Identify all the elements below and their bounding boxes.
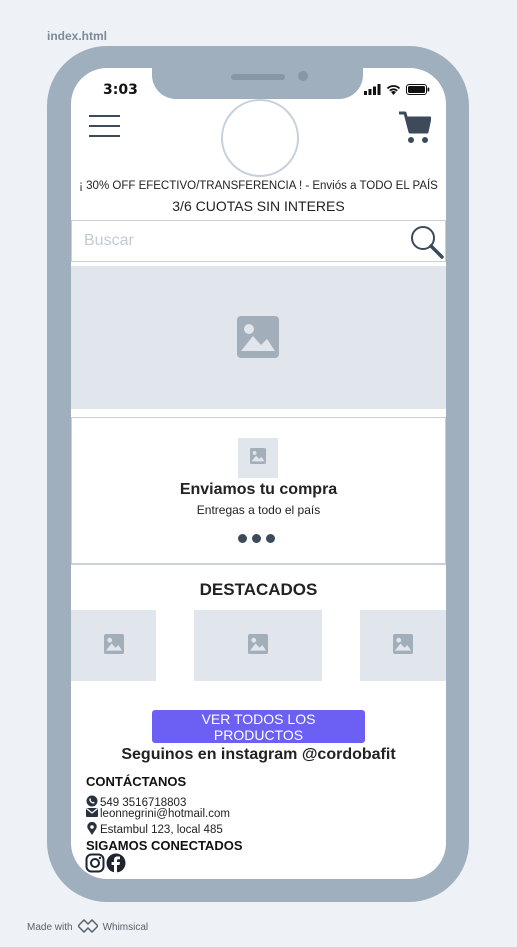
carousel-dot[interactable] [252, 534, 261, 543]
made-with-text: Made with [27, 922, 73, 933]
featured-product-card[interactable] [194, 610, 322, 681]
store-logo[interactable] [221, 99, 299, 177]
contact-heading: CONTÁCTANOS [86, 774, 187, 789]
envelope-icon [86, 807, 98, 820]
location-pin-icon [86, 821, 98, 838]
search-bar [71, 220, 446, 262]
signal-icon [364, 84, 381, 95]
featured-product-card[interactable] [71, 610, 156, 681]
search-icon[interactable] [409, 224, 445, 264]
view-all-products-button[interactable]: VER TODOS LOS PRODUCTOS [152, 710, 365, 743]
status-icons [364, 84, 430, 95]
carousel-dots [238, 534, 275, 543]
made-with-footer: Made with Whimsical [27, 918, 149, 936]
contact-email-text: leonnegrini@hotmail.com [100, 807, 230, 820]
search-input[interactable] [84, 230, 384, 252]
whimsical-brand-text[interactable]: Whimsical [103, 922, 149, 933]
section-divider [71, 564, 446, 565]
carousel-dot[interactable] [266, 534, 275, 543]
shopping-cart-icon[interactable] [399, 110, 432, 148]
facebook-icon[interactable] [106, 853, 126, 877]
contact-address-text: Estambul 123, local 485 [100, 824, 223, 836]
image-placeholder-icon [250, 448, 266, 468]
instagram-icon[interactable] [85, 853, 105, 877]
front-camera [298, 71, 308, 81]
wifi-icon [386, 84, 401, 95]
hero-banner-image[interactable] [71, 266, 446, 409]
featured-product-card[interactable] [360, 610, 446, 681]
phone-screen: 3:03 ¡ 30% OFF EFECTIVO/TRANSFERENCIA ! … [71, 68, 446, 879]
image-placeholder-icon [237, 316, 279, 362]
instagram-text[interactable]: Seguinos en instagram @cordobafit [71, 746, 446, 764]
speaker [231, 74, 285, 80]
promo-banner-text: ¡ 30% OFF EFECTIVO/TRANSFERENCIA ! - Env… [79, 180, 438, 192]
social-heading: SIGAMOS CONECTADOS [86, 838, 243, 853]
carousel-dot[interactable] [238, 534, 247, 543]
shipping-image [238, 438, 278, 478]
whimsical-logo-icon [76, 918, 99, 936]
image-placeholder-icon [393, 633, 413, 658]
shipping-subtitle: Entregas a todo el país [196, 503, 321, 517]
phone-notch [152, 68, 363, 99]
image-placeholder-icon [103, 633, 124, 658]
file-label: index.html [47, 29, 108, 43]
featured-heading: DESTACADOS [199, 580, 318, 599]
social-icons [85, 853, 126, 877]
shipping-info-card: Enviamos tu compra Entregas a todo el pa… [71, 417, 446, 564]
hamburger-menu-icon[interactable] [89, 115, 120, 141]
contact-email[interactable]: leonnegrini@hotmail.com [86, 807, 230, 820]
status-time: 3:03 [103, 82, 138, 98]
image-placeholder-icon [248, 633, 268, 658]
battery-icon [406, 84, 430, 95]
installments-text: 3/6 CUOTAS SIN INTERES [172, 198, 345, 214]
shipping-title: Enviamos tu compra [179, 481, 338, 498]
contact-address[interactable]: Estambul 123, local 485 [86, 821, 223, 838]
